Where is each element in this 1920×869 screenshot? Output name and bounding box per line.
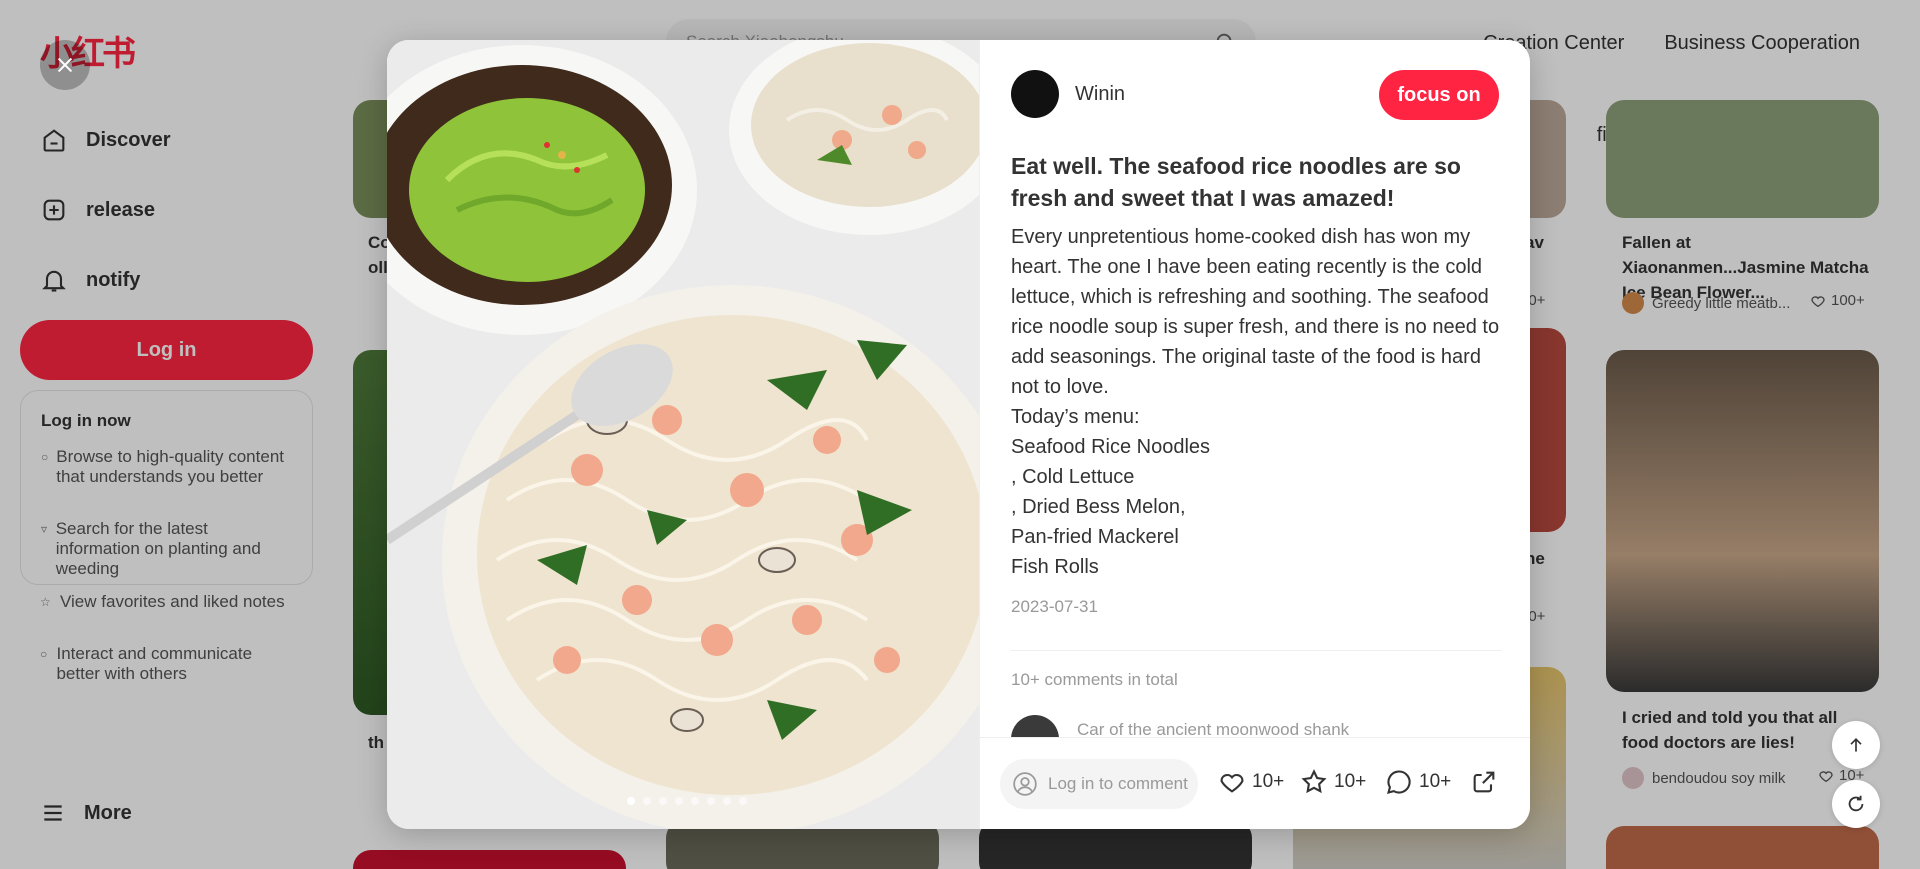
share-button[interactable]	[1470, 768, 1498, 796]
post-line: Today’s menu:	[1011, 406, 1140, 428]
pagination-dot[interactable]	[707, 797, 715, 805]
pagination-dot[interactable]	[675, 797, 683, 805]
pagination-dot[interactable]	[723, 797, 731, 805]
pagination-dot[interactable]	[659, 797, 667, 805]
share-icon	[1473, 771, 1495, 793]
divider	[1011, 650, 1501, 651]
post-line: Pan-fried Mackerel	[1011, 526, 1179, 548]
chat-bubble-icon	[1387, 770, 1411, 794]
post-line: , Cold Lettuce	[1011, 466, 1135, 488]
author-info[interactable]: Winin	[1011, 70, 1125, 118]
note-photo[interactable]	[387, 40, 979, 829]
post-date: 2023-07-31	[1011, 597, 1098, 616]
pagination-dot[interactable]	[739, 797, 747, 805]
image-pagination	[627, 797, 747, 805]
post-body: Every unpretentious home-cooked dish has…	[1011, 222, 1506, 582]
post-paragraph: Every unpretentious home-cooked dish has…	[1011, 226, 1500, 398]
close-icon	[57, 57, 73, 73]
refresh-icon	[1848, 795, 1864, 812]
pagination-dot[interactable]	[643, 797, 651, 805]
arrow-up-icon	[1850, 737, 1862, 752]
author-name[interactable]: Winin	[1075, 83, 1125, 106]
post-line: Fish Rolls	[1011, 556, 1099, 578]
seafood-noodles-photo	[387, 40, 979, 829]
back-to-top-button[interactable]	[1832, 721, 1880, 769]
post-title: Eat well. The seafood rice noodles are s…	[1011, 153, 1461, 211]
comment-input[interactable]: Log in to comment	[1000, 759, 1198, 809]
post-line: Seafood Rice Noodles	[1011, 436, 1211, 458]
star-icon	[1301, 769, 1327, 794]
note-detail-modal: Winin focus on Eat well. The seafood ric…	[387, 40, 1530, 829]
interaction-bar: Log in to comment 10+ 10+ 10+	[980, 737, 1530, 829]
close-button[interactable]	[40, 40, 90, 90]
user-icon	[1013, 772, 1037, 796]
post-line: , Dried Bess Melon,	[1011, 496, 1186, 518]
comment-button[interactable]: 10+	[1385, 768, 1451, 796]
like-button[interactable]: 10+	[1218, 768, 1284, 796]
pagination-dot[interactable]	[691, 797, 699, 805]
avatar[interactable]	[1011, 70, 1059, 118]
follow-button[interactable]: focus on	[1379, 70, 1499, 120]
comment-count: 10+ comments in total	[1011, 670, 1178, 689]
pagination-dot[interactable]	[627, 797, 635, 805]
collect-button[interactable]: 10+	[1300, 768, 1366, 796]
note-detail-panel: Winin focus on Eat well. The seafood ric…	[979, 40, 1530, 829]
refresh-button[interactable]	[1832, 780, 1880, 828]
heart-icon	[1220, 773, 1244, 793]
